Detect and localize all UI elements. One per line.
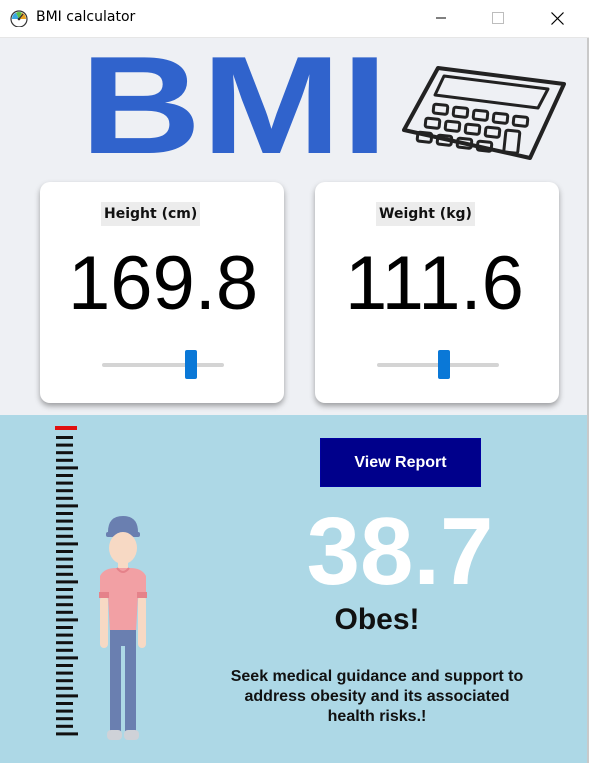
title-bar[interactable]: BMI calculator (0, 0, 589, 38)
ruler-tick (56, 595, 73, 599)
height-slider-thumb[interactable] (185, 350, 197, 379)
ruler-tick (56, 694, 78, 698)
height-ruler (55, 426, 78, 736)
minimize-icon (436, 17, 446, 19)
height-label: Height (cm) (101, 202, 201, 226)
ruler-marker (55, 426, 77, 430)
ruler-tick (56, 656, 78, 660)
bmi-logo-text: BMI (80, 52, 388, 158)
minimize-button[interactable] (418, 0, 464, 36)
calculator-icon (402, 66, 566, 160)
ruler-tick (56, 542, 78, 546)
ruler-tick (56, 481, 73, 485)
ruler-tick (56, 709, 73, 713)
window-title: BMI calculator (36, 9, 136, 25)
ruler-tick (56, 610, 73, 614)
ruler-tick (56, 580, 78, 584)
ruler-tick (56, 641, 73, 645)
maximize-button[interactable] (475, 0, 521, 36)
weight-value: 111.6 (345, 241, 524, 326)
ruler-tick (56, 496, 73, 500)
height-value: 169.8 (68, 241, 259, 326)
bmi-advice-text: Seek medical guidance and support to add… (230, 668, 524, 725)
ruler-tick (56, 648, 73, 652)
ruler-tick (56, 451, 73, 455)
ruler-tick (56, 512, 73, 515)
ruler-tick (56, 565, 73, 569)
ruler-tick (56, 686, 73, 690)
ruler-tick (56, 572, 73, 576)
maximize-icon (492, 12, 504, 24)
ruler-tick (56, 664, 73, 667)
bmi-logo: BMI (80, 52, 388, 158)
ruler-tick (56, 557, 73, 561)
app-icon (10, 10, 28, 27)
ruler-tick (56, 527, 73, 531)
ruler-tick (56, 724, 73, 728)
ruler-tick (56, 534, 73, 538)
ruler-tick (56, 466, 78, 470)
height-slider-track[interactable] (102, 363, 224, 367)
ruler-tick (56, 474, 73, 477)
bmi-result-value: 38.7 (306, 498, 494, 605)
ruler-tick (56, 489, 73, 493)
ruler-tick (56, 633, 73, 637)
ruler-tick (56, 618, 78, 622)
weight-slider-thumb[interactable] (438, 350, 450, 379)
ruler-tick (56, 550, 73, 553)
ruler-tick (56, 717, 73, 721)
ruler-tick (56, 443, 73, 447)
ruler-tick (56, 458, 73, 462)
ruler-tick (56, 588, 73, 591)
person-figure-icon (99, 516, 147, 740)
bmi-calculator-window: BMI calculator BMI Height (cm) 169.8 Wei… (0, 0, 589, 763)
ruler-tick (56, 732, 78, 736)
height-card: Height (cm) 169.8 (40, 182, 284, 403)
close-icon (550, 11, 564, 25)
ruler-tick (56, 436, 73, 439)
view-report-button[interactable]: View Report (320, 438, 481, 487)
ruler-tick (56, 671, 73, 675)
ruler-tick (56, 504, 78, 508)
ruler-tick (56, 626, 73, 629)
weight-card: Weight (kg) 111.6 (315, 182, 559, 403)
weight-label: Weight (kg) (376, 202, 475, 226)
close-button[interactable] (534, 0, 580, 36)
ruler-tick (56, 603, 73, 607)
ruler-tick (56, 519, 73, 523)
ruler-tick (56, 702, 73, 705)
ruler-tick (56, 679, 73, 683)
bmi-category: Obes! (334, 603, 420, 636)
